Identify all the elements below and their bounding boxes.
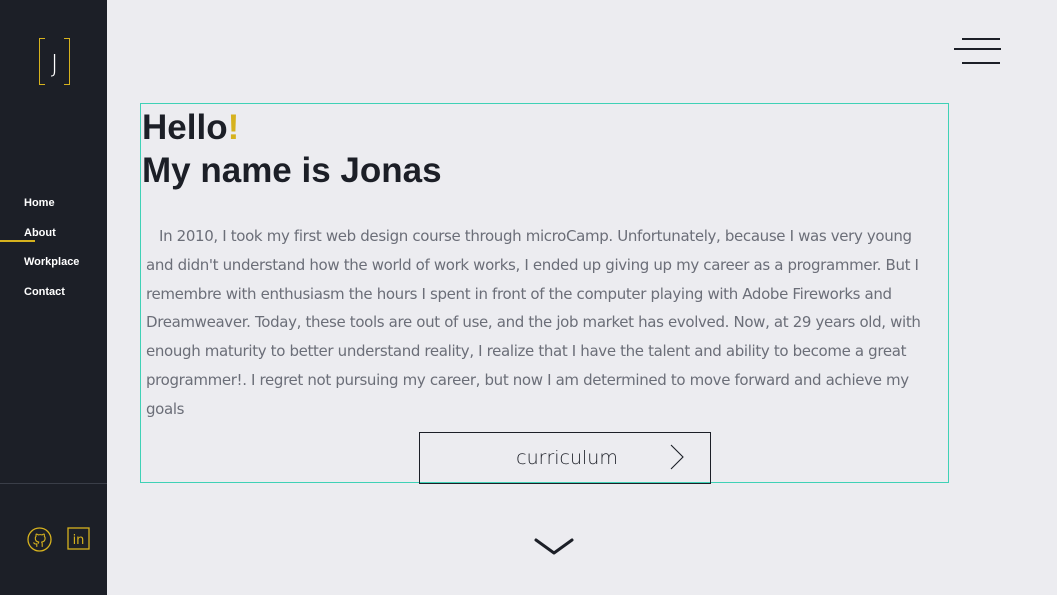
scroll-down-chevron-icon[interactable] [534,537,574,557]
curriculum-button[interactable]: curriculum [419,432,711,484]
logo-letter: J [50,49,59,78]
sidebar-divider [0,483,107,484]
nav-item-about[interactable]: About [0,223,107,253]
nav-item-home[interactable]: Home [0,193,107,223]
linkedin-icon-text: in [73,533,85,548]
nav-item-workplace[interactable]: Workplace [0,252,107,282]
hero-bio: In 2010, I took my first web design cour… [146,227,921,418]
hamburger-menu-icon[interactable] [952,36,1002,66]
hero-greeting: Hello! [142,108,239,148]
greeting-exclamation: ! [227,108,240,147]
logo[interactable]: J [39,38,70,85]
chevron-right-icon [670,444,684,470]
sidebar: J Home About Workplace Contact in [0,0,107,595]
active-nav-indicator [0,240,35,242]
linkedin-icon[interactable]: in [67,527,92,552]
sidebar-nav: Home About Workplace Contact [0,193,107,311]
hamburger-line [962,38,1000,40]
hamburger-line [962,62,1000,64]
nav-item-contact[interactable]: Contact [0,282,107,312]
hero-name: My name is Jonas [142,151,442,190]
hero-section: Hello! My name is Jonas In 2010, I took … [140,103,949,484]
hamburger-line [954,48,1001,50]
github-icon[interactable] [27,527,52,552]
greeting-text: Hello [142,108,228,147]
